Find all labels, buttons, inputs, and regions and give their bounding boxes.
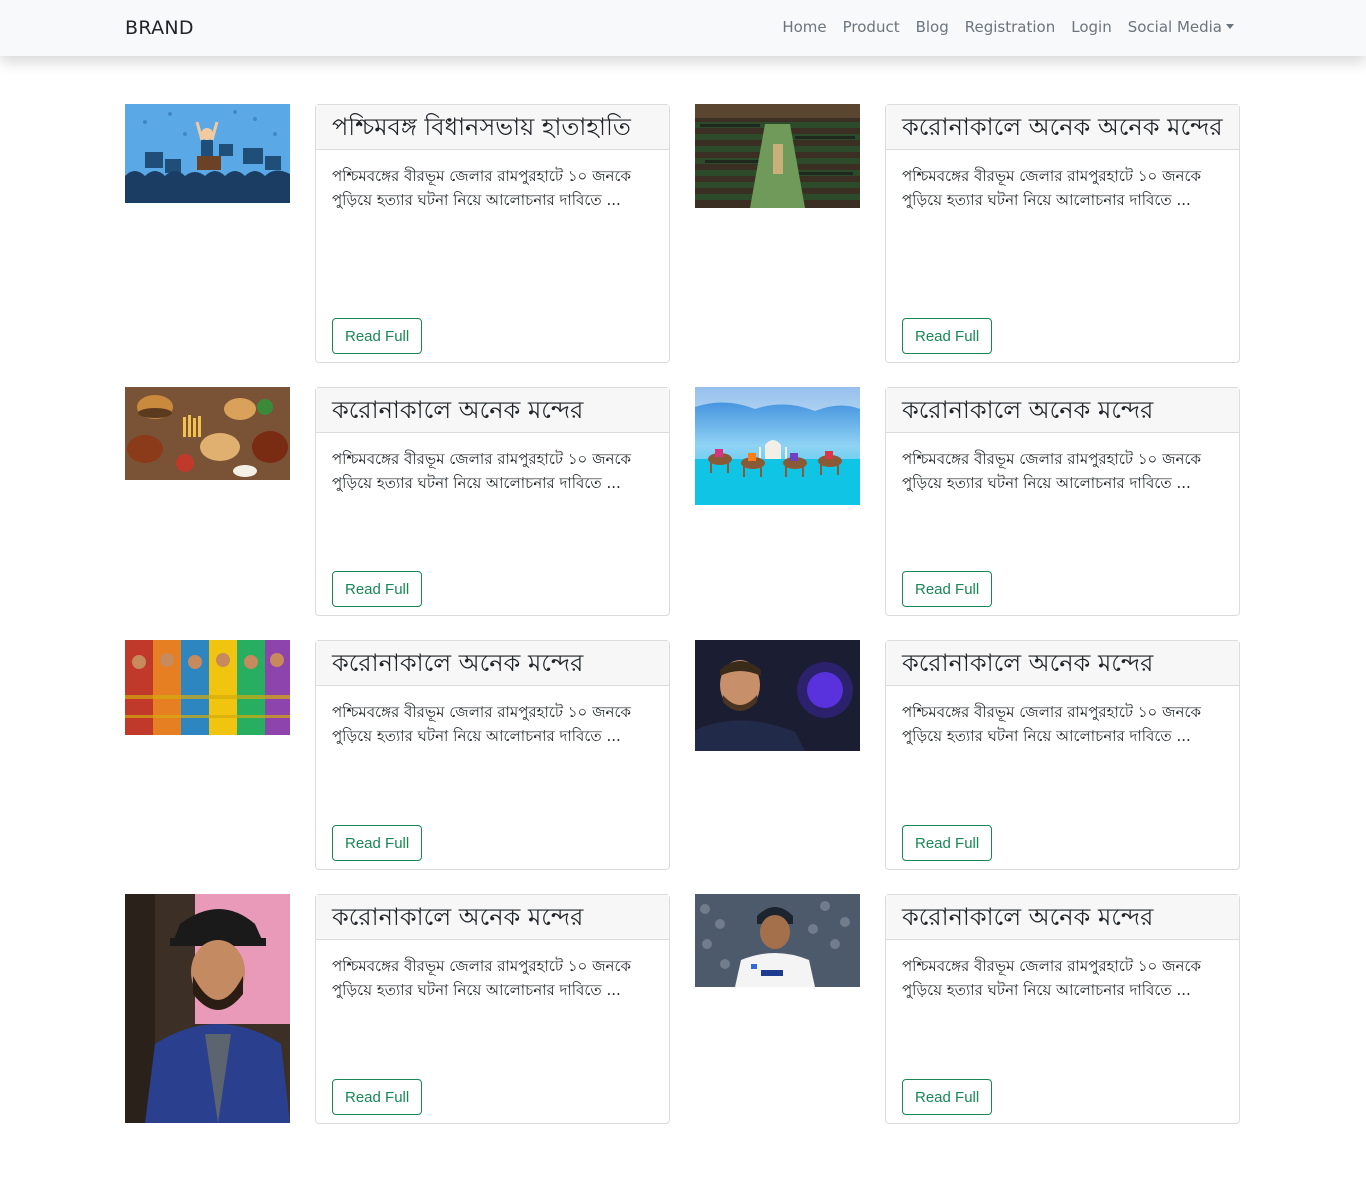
- news-image-parliament[interactable]: [695, 104, 860, 208]
- news-title: করোনাকালে অনেক মন্দের: [886, 641, 1239, 686]
- news-title: করোনাকালে অনেক অনেক মন্দের: [886, 105, 1239, 150]
- news-title: করোনাকালে অনেক মন্দের: [886, 388, 1239, 433]
- read-full-button[interactable]: Read Full: [902, 1079, 993, 1115]
- news-image-food[interactable]: [125, 387, 290, 480]
- news-row: করোনাকালে অনেক মন্দের পশ্চিমবঙ্গের বীরভূ…: [125, 387, 1241, 616]
- nav-product-link[interactable]: Product: [843, 18, 900, 36]
- news-excerpt: পশ্চিমবঙ্গের বীরভূম জেলার রামপুরহাটে ১০ …: [902, 167, 1201, 209]
- news-excerpt: পশ্চিমবঙ্গের বীরভূম জেলার রামপুরহাটে ১০ …: [902, 957, 1201, 999]
- nav-links: Home Product Blog Registration Login Soc…: [782, 18, 1234, 36]
- news-card: করোনাকালে অনেক মন্দের পশ্চিমবঙ্গের বীরভূ…: [885, 387, 1240, 616]
- news-excerpt: পশ্চিমবঙ্গের বীরভূম জেলার রামপুরহাটে ১০ …: [332, 450, 631, 492]
- nav-blog-link[interactable]: Blog: [916, 18, 949, 36]
- social-media-label: Social Media: [1127, 18, 1222, 36]
- read-full-button[interactable]: Read Full: [902, 571, 993, 607]
- news-excerpt: পশ্চিমবঙ্গের বীরভূম জেলার রামপুরহাটে ১০ …: [332, 167, 631, 209]
- read-full-button[interactable]: Read Full: [332, 318, 423, 354]
- news-image-camels[interactable]: [695, 387, 860, 505]
- news-image-footballer[interactable]: [695, 640, 860, 751]
- news-card: করোনাকালে অনেক মন্দের পশ্চিমবঙ্গের বীরভূ…: [315, 387, 670, 616]
- read-full-button[interactable]: Read Full: [902, 318, 993, 354]
- news-card: করোনাকালে অনেক অনেক মন্দের পশ্চিমবঙ্গের …: [885, 104, 1240, 363]
- news-card: পশ্চিমবঙ্গ বিধানসভায় হাতাহাতি পশ্চিমবঙ্…: [315, 104, 670, 363]
- news-title: পশ্চিমবঙ্গ বিধানসভায় হাতাহাতি: [316, 105, 669, 150]
- nav-registration-link[interactable]: Registration: [965, 18, 1055, 36]
- nav-social-media-dropdown[interactable]: Social Media: [1128, 18, 1234, 36]
- news-excerpt: পশ্চিমবঙ্গের বীরভূম জেলার রামপুরহাটে ১০ …: [332, 957, 631, 999]
- news-title: করোনাকালে অনেক মন্দের: [316, 641, 669, 686]
- news-excerpt: পশ্চিমবঙ্গের বীরভূম জেলার রামপুরহাটে ১০ …: [902, 450, 1201, 492]
- news-row: করোনাকালে অনেক মন্দের পশ্চিমবঙ্গের বীরভূ…: [125, 640, 1241, 870]
- brand-logo[interactable]: BRAND: [125, 17, 194, 39]
- news-excerpt: পশ্চিমবঙ্গের বীরভূম জেলার রামপুরহাটে ১০ …: [332, 703, 631, 745]
- read-full-button[interactable]: Read Full: [332, 825, 423, 861]
- read-full-button[interactable]: Read Full: [902, 825, 993, 861]
- news-card: করোনাকালে অনেক মন্দের পশ্চিমবঙ্গের বীরভূ…: [315, 640, 670, 870]
- news-image-cricketer[interactable]: [695, 894, 860, 987]
- news-image-actor[interactable]: [125, 894, 290, 1123]
- nav-home-link[interactable]: Home: [782, 18, 826, 36]
- news-title: করোনাকালে অনেক মন্দের: [316, 895, 669, 940]
- news-title: করোনাকালে অনেক মন্দের: [886, 895, 1239, 940]
- news-image-women[interactable]: [125, 640, 290, 735]
- news-card: করোনাকালে অনেক মন্দের পশ্চিমবঙ্গের বীরভূ…: [885, 894, 1240, 1124]
- read-full-button[interactable]: Read Full: [332, 571, 423, 607]
- news-card: করোনাকালে অনেক মন্দের পশ্চিমবঙ্গের বীরভূ…: [885, 640, 1240, 870]
- news-title: করোনাকালে অনেক মন্দের: [316, 388, 669, 433]
- news-row: করোনাকালে অনেক মন্দের পশ্চিমবঙ্গের বীরভূ…: [125, 894, 1241, 1124]
- nav-login-link[interactable]: Login: [1071, 18, 1111, 36]
- chevron-down-icon: [1226, 23, 1234, 29]
- news-excerpt: পশ্চিমবঙ্গের বীরভূম জেলার রামপুরহাটে ১০ …: [902, 703, 1201, 745]
- read-full-button[interactable]: Read Full: [332, 1079, 423, 1115]
- news-card: করোনাকালে অনেক মন্দের পশ্চিমবঙ্গের বীরভূ…: [315, 894, 670, 1124]
- news-row: পশ্চিমবঙ্গ বিধানসভায় হাতাহাতি পশ্চিমবঙ্…: [125, 104, 1241, 363]
- top-navbar: BRAND Home Product Blog Registration Log…: [0, 0, 1366, 56]
- news-image-protest[interactable]: [125, 104, 290, 203]
